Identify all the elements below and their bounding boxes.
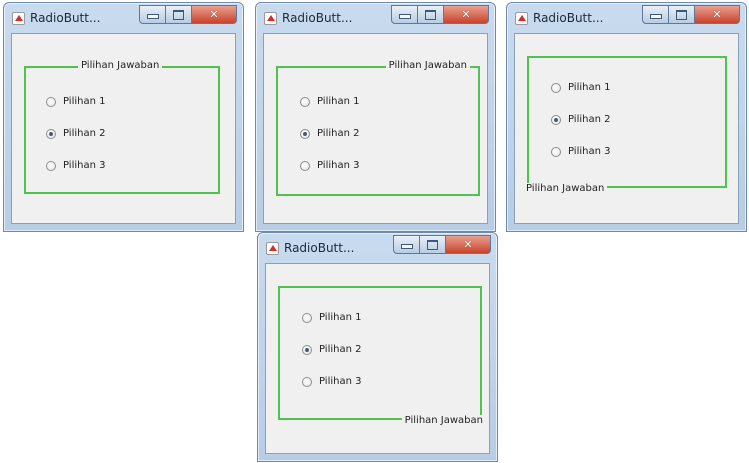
close-icon: ✕: [209, 8, 219, 21]
close-button[interactable]: ✕: [446, 235, 491, 254]
close-button[interactable]: ✕: [444, 5, 489, 24]
close-icon: ✕: [463, 238, 473, 251]
radio-label: Pilihan 1: [317, 96, 360, 107]
close-button[interactable]: ✕: [192, 5, 237, 24]
java-app-icon[interactable]: [515, 12, 528, 25]
radio-circle[interactable]: [302, 376, 312, 387]
radio-option-2[interactable]: Pilihan 2: [302, 344, 362, 355]
radio-circle-selected[interactable]: [551, 114, 561, 125]
java-app-icon[interactable]: [266, 242, 279, 255]
group-legend: Pilihan Jawaban: [401, 415, 486, 426]
radio-option-3[interactable]: Pilihan 3: [300, 160, 360, 171]
radiobutton-window-4: RadioButt... ✕ Pilihan Jawaban Pilihan 1…: [257, 232, 498, 462]
maximize-button[interactable]: [420, 235, 446, 254]
radio-label: Pilihan 2: [568, 114, 611, 125]
window-title: RadioButt...: [533, 11, 604, 25]
radio-option-2[interactable]: Pilihan 2: [551, 114, 611, 125]
window-title: RadioButt...: [282, 11, 353, 25]
radio-option-1[interactable]: Pilihan 1: [551, 82, 611, 93]
maximize-icon: [425, 9, 436, 20]
radio-option-3[interactable]: Pilihan 3: [302, 376, 362, 387]
minimize-button[interactable]: [642, 5, 669, 24]
maximize-icon: [427, 239, 438, 250]
radio-option-1[interactable]: Pilihan 1: [300, 96, 360, 107]
minimize-button[interactable]: [393, 235, 420, 254]
radio-option-2[interactable]: Pilihan 2: [300, 128, 360, 139]
window-title: RadioButt...: [30, 11, 101, 25]
maximize-button[interactable]: [669, 5, 695, 24]
caption-buttons: ✕: [139, 5, 237, 24]
group-legend: Pilihan Jawaban: [78, 60, 163, 71]
radio-label: Pilihan 1: [568, 82, 611, 93]
radio-label: Pilihan 2: [319, 344, 362, 355]
maximize-button[interactable]: [166, 5, 192, 24]
close-icon: ✕: [712, 8, 722, 21]
radio-circle[interactable]: [302, 312, 312, 323]
radio-circle[interactable]: [300, 96, 310, 107]
client-area: Pilihan Jawaban Pilihan 1 Pilihan 2 Pili…: [263, 33, 488, 224]
maximize-icon: [173, 9, 184, 20]
answer-group: Pilihan Jawaban Pilihan 1 Pilihan 2 Pili…: [24, 60, 220, 194]
group-legend: Pilihan Jawaban: [523, 183, 608, 194]
radio-label: Pilihan 2: [317, 128, 360, 139]
answer-group: Pilihan Jawaban Pilihan 1 Pilihan 2 Pili…: [278, 286, 486, 426]
radio-label: Pilihan 2: [63, 128, 106, 139]
window-title: RadioButt...: [284, 241, 355, 255]
title-bar[interactable]: RadioButt... ✕: [507, 3, 746, 33]
radio-option-1[interactable]: Pilihan 1: [46, 96, 106, 107]
radio-circle-selected[interactable]: [302, 344, 312, 355]
radio-circle[interactable]: [551, 146, 561, 157]
minimize-icon: [146, 14, 159, 19]
radio-label: Pilihan 3: [63, 160, 106, 171]
minimize-icon: [400, 244, 413, 249]
radiobutton-window-3: RadioButt... ✕ Pilihan Jawaban Pilihan 1…: [506, 2, 747, 232]
radio-label: Pilihan 1: [63, 96, 106, 107]
title-bar[interactable]: RadioButt... ✕: [4, 3, 243, 33]
radio-circle[interactable]: [551, 82, 561, 93]
caption-buttons: ✕: [393, 235, 491, 254]
minimize-icon: [649, 14, 662, 19]
radio-option-2[interactable]: Pilihan 2: [46, 128, 106, 139]
radio-label: Pilihan 1: [319, 312, 362, 323]
maximize-button[interactable]: [418, 5, 444, 24]
maximize-icon: [676, 9, 687, 20]
radio-circle[interactable]: [300, 160, 310, 171]
minimize-button[interactable]: [139, 5, 166, 24]
radiobutton-window-2: RadioButt... ✕ Pilihan Jawaban Pilihan 1…: [255, 2, 496, 232]
caption-buttons: ✕: [391, 5, 489, 24]
radio-option-3[interactable]: Pilihan 3: [551, 146, 611, 157]
radio-label: Pilihan 3: [317, 160, 360, 171]
answer-group: Pilihan Jawaban Pilihan 1 Pilihan 2 Pili…: [523, 56, 727, 194]
radiobutton-window-1: RadioButt... ✕ Pilihan Jawaban Pilihan 1…: [3, 2, 244, 232]
answer-group: Pilihan Jawaban Pilihan 1 Pilihan 2 Pili…: [276, 60, 480, 196]
radio-label: Pilihan 3: [319, 376, 362, 387]
minimize-button[interactable]: [391, 5, 418, 24]
radio-option-1[interactable]: Pilihan 1: [302, 312, 362, 323]
radio-circle-selected[interactable]: [46, 128, 56, 139]
caption-buttons: ✕: [642, 5, 740, 24]
radio-circle[interactable]: [46, 96, 56, 107]
close-button[interactable]: ✕: [695, 5, 740, 24]
minimize-icon: [398, 14, 411, 19]
client-area: Pilihan Jawaban Pilihan 1 Pilihan 2 Pili…: [514, 33, 739, 224]
radio-circle[interactable]: [46, 160, 56, 171]
group-legend: Pilihan Jawaban: [385, 60, 470, 71]
close-icon: ✕: [461, 8, 471, 21]
radio-option-3[interactable]: Pilihan 3: [46, 160, 106, 171]
radio-label: Pilihan 3: [568, 146, 611, 157]
title-bar[interactable]: RadioButt... ✕: [256, 3, 495, 33]
java-app-icon[interactable]: [12, 12, 25, 25]
client-area: Pilihan Jawaban Pilihan 1 Pilihan 2 Pili…: [265, 263, 490, 454]
radio-circle-selected[interactable]: [300, 128, 310, 139]
title-bar[interactable]: RadioButt... ✕: [258, 233, 497, 263]
java-app-icon[interactable]: [264, 12, 277, 25]
client-area: Pilihan Jawaban Pilihan 1 Pilihan 2 Pili…: [11, 33, 236, 224]
